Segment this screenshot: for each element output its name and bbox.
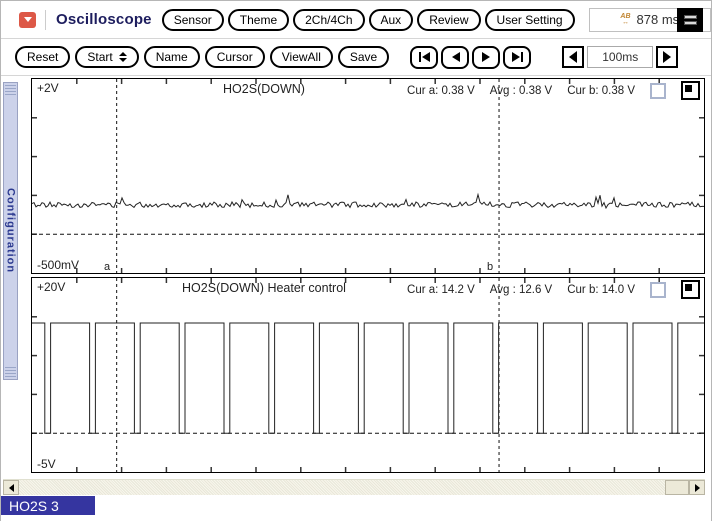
scope-panel-heater: +20V HO2S(DOWN) Heater control Cur a: 14… <box>31 277 705 473</box>
scroll-left-button[interactable] <box>3 480 19 495</box>
scope-area: +2V HO2S(DOWN) Cur a: 0.38 V Avg : 0.38 … <box>31 78 705 476</box>
cursor-a-handle[interactable]: a <box>104 261 110 273</box>
start-button[interactable]: Start <box>75 46 138 68</box>
step-back-icon <box>450 52 461 62</box>
cursor-b-value: Cur b: 14.0 V <box>567 284 635 296</box>
sensor-button[interactable]: Sensor <box>162 9 224 31</box>
skip-to-end-icon <box>511 52 524 62</box>
caret-down-icon <box>24 17 32 22</box>
viewall-button[interactable]: ViewAll <box>270 46 333 68</box>
theme-button[interactable]: Theme <box>228 9 289 31</box>
title-bar: Oscilloscope Sensor Theme 2Ch/4Ch Aux Re… <box>1 1 711 39</box>
scroll-right-button[interactable] <box>689 480 705 495</box>
header-button-row: Sensor Theme 2Ch/4Ch Aux Review User Set… <box>162 9 575 31</box>
configuration-tab[interactable]: Configuration <box>3 82 18 380</box>
app-dropdown-icon[interactable] <box>19 12 36 28</box>
name-button[interactable]: Name <box>144 46 200 68</box>
y-max-label: +20V <box>37 280 65 294</box>
waveform-canvas <box>32 79 704 273</box>
grip-icon <box>5 367 16 377</box>
measurement-readout: Cur a: 14.2 V Avg : 12.6 V Cur b: 14.0 V <box>407 280 700 299</box>
cursor-a-value: Cur a: 0.38 V <box>407 85 475 97</box>
channel-color-button[interactable] <box>681 280 700 299</box>
app-title: Oscilloscope <box>56 11 152 28</box>
channel-checkbox[interactable] <box>650 83 666 99</box>
avg-value: Avg : 0.38 V <box>490 85 552 97</box>
menu-icon[interactable] <box>677 8 703 32</box>
scrollbar-track[interactable] <box>19 480 665 495</box>
channel-mode-button[interactable]: 2Ch/4Ch <box>293 9 364 31</box>
step-forward-button[interactable] <box>472 46 500 69</box>
skip-to-start-button[interactable] <box>410 46 438 69</box>
ab-measure-icon: AB↔ <box>620 14 630 26</box>
channel-title: HO2S(DOWN) Heater control <box>182 281 346 295</box>
configuration-tab-label: Configuration <box>5 188 17 273</box>
cursor-b-handle[interactable]: b <box>487 261 493 273</box>
step-forward-icon <box>481 52 492 62</box>
timebase-increase-button[interactable] <box>656 46 678 68</box>
triangle-right-icon <box>695 484 700 492</box>
reset-button[interactable]: Reset <box>15 46 70 68</box>
y-min-label: -500mV <box>37 258 79 272</box>
sensor-tab-ho2s3[interactable]: HO2S 3 <box>1 496 95 515</box>
review-button[interactable]: Review <box>417 9 480 31</box>
cursor-a-value: Cur a: 14.2 V <box>407 284 475 296</box>
triangle-left-icon <box>9 484 14 492</box>
measurement-readout: Cur a: 0.38 V Avg : 0.38 V Cur b: 0.38 V <box>407 81 700 100</box>
playback-controls <box>410 46 531 69</box>
channel-checkbox[interactable] <box>650 282 666 298</box>
triangle-left-icon <box>569 51 577 63</box>
channel-title: HO2S(DOWN) <box>223 82 305 96</box>
aux-button[interactable]: Aux <box>369 9 414 31</box>
toolbar: Reset Start Name Cursor ViewAll Save 10 <box>1 39 711 76</box>
skip-to-end-button[interactable] <box>503 46 531 69</box>
oscilloscope-window: Oscilloscope Sensor Theme 2Ch/4Ch Aux Re… <box>0 0 712 521</box>
main-area: Configuration +2V HO2S(DOWN) Cur a: 0.38… <box>1 76 711 523</box>
y-max-label: +2V <box>37 81 59 95</box>
cursor-button[interactable]: Cursor <box>205 46 265 68</box>
triangle-right-icon <box>663 51 671 63</box>
channel-color-button[interactable] <box>681 81 700 100</box>
avg-value: Avg : 12.6 V <box>490 284 552 296</box>
start-spinner-icon <box>119 52 127 62</box>
timebase-control: 100ms <box>562 46 678 68</box>
ab-time-value: 878 ms <box>637 12 680 27</box>
grip-icon <box>5 85 16 95</box>
user-setting-button[interactable]: User Setting <box>485 9 575 31</box>
y-min-label: -5V <box>37 457 56 471</box>
cursor-b-value: Cur b: 0.38 V <box>567 85 635 97</box>
horizontal-scrollbar <box>3 479 705 495</box>
scrollbar-thumb[interactable] <box>665 480 689 495</box>
waveform-canvas <box>32 278 704 472</box>
scope-panel-ho2s: +2V HO2S(DOWN) Cur a: 0.38 V Avg : 0.38 … <box>31 78 705 274</box>
timebase-value: 100ms <box>587 46 653 68</box>
step-back-button[interactable] <box>441 46 469 69</box>
skip-to-start-icon <box>418 52 431 62</box>
timebase-decrease-button[interactable] <box>562 46 584 68</box>
save-button[interactable]: Save <box>338 46 389 68</box>
start-button-label: Start <box>87 50 112 64</box>
separator <box>45 10 46 30</box>
